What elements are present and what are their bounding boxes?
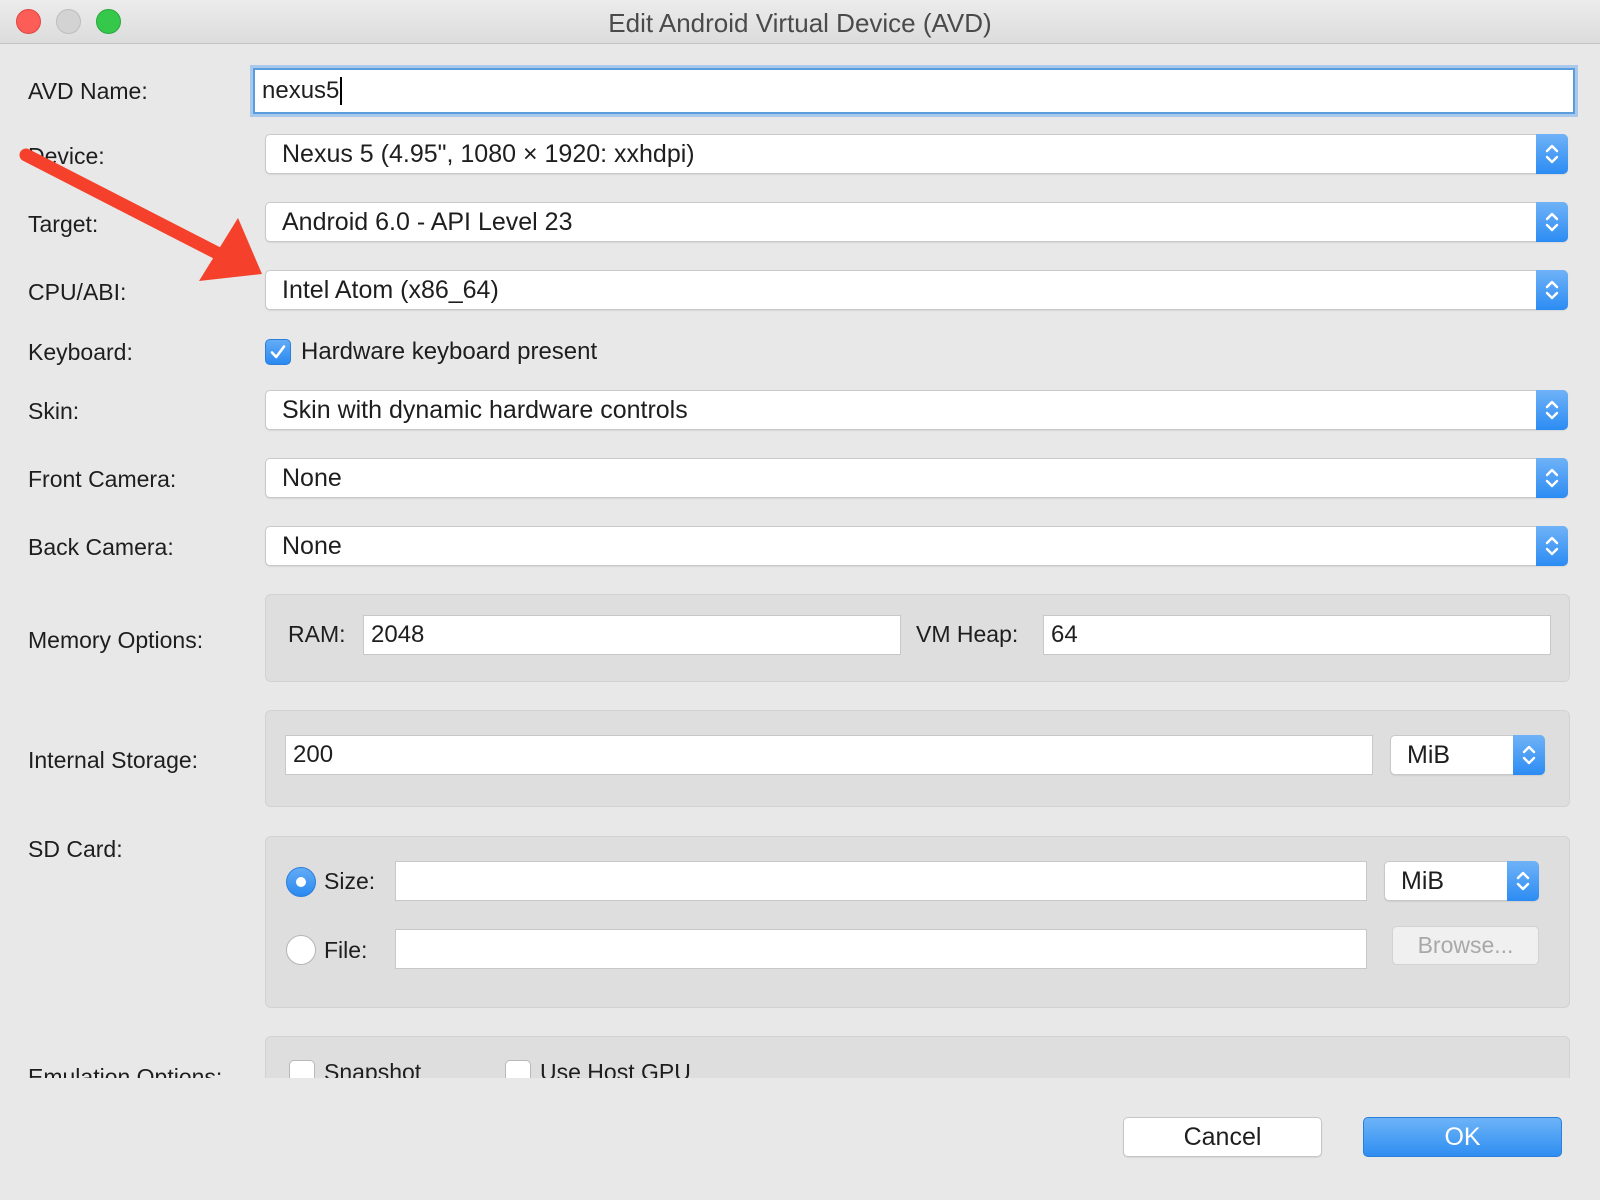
- ok-button[interactable]: OK: [1363, 1117, 1562, 1157]
- up-down-chevron-icon: [1507, 861, 1539, 901]
- up-down-chevron-icon: [1536, 526, 1568, 566]
- up-down-chevron-icon: [1513, 735, 1545, 775]
- avd-dialog: Edit Android Virtual Device (AVD) AVD Na…: [0, 0, 1600, 1200]
- device-value: Nexus 5 (4.95", 1080 × 1920: xxhdpi): [282, 139, 695, 168]
- target-label: Target:: [28, 211, 99, 237]
- ram-input[interactable]: 2048: [363, 615, 901, 655]
- device-popup[interactable]: Nexus 5 (4.95", 1080 × 1920: xxhdpi): [265, 134, 1568, 174]
- skin-label: Skin:: [28, 398, 80, 424]
- snapshot-checkbox[interactable]: [289, 1060, 315, 1078]
- up-down-chevron-icon: [1536, 390, 1568, 430]
- cpu-abi-value: Intel Atom (x86_64): [282, 275, 499, 304]
- front-camera-value: None: [282, 463, 342, 492]
- vm-heap-input[interactable]: 64: [1043, 615, 1551, 655]
- target-popup[interactable]: Android 6.0 - API Level 23: [265, 202, 1568, 242]
- avd-name-input[interactable]: nexus5: [253, 68, 1575, 114]
- internal-storage-unit-popup[interactable]: MiB: [1390, 735, 1545, 775]
- sd-size-input[interactable]: [395, 861, 1367, 901]
- up-down-chevron-icon: [1536, 458, 1568, 498]
- target-value: Android 6.0 - API Level 23: [282, 207, 573, 236]
- avd-name-label: AVD Name:: [28, 78, 148, 104]
- sd-size-unit-popup[interactable]: MiB: [1384, 861, 1539, 901]
- text-caret: [340, 77, 343, 105]
- internal-storage-input[interactable]: 200: [285, 735, 1373, 775]
- hardware-keyboard-checkbox[interactable]: [265, 339, 291, 365]
- cpu-abi-popup[interactable]: Intel Atom (x86_64): [265, 270, 1568, 310]
- emulation-options-label: Emulation Options:: [28, 1064, 223, 1078]
- cpu-abi-label: CPU/ABI:: [28, 279, 127, 305]
- annotation-arrow-head: [199, 218, 262, 281]
- sd-file-input[interactable]: [395, 929, 1367, 969]
- front-camera-popup[interactable]: None: [265, 458, 1568, 498]
- internal-storage-unit-value: MiB: [1407, 740, 1451, 769]
- hardware-keyboard-label[interactable]: Hardware keyboard present: [301, 338, 597, 366]
- internal-storage-label: Internal Storage:: [28, 747, 199, 773]
- window-title: Edit Android Virtual Device (AVD): [608, 8, 992, 38]
- cancel-button[interactable]: Cancel: [1123, 1117, 1322, 1157]
- vm-heap-value: 64: [1051, 621, 1078, 648]
- emulation-options-clip: Emulation Options: Snapshot Use Host GPU: [0, 1018, 1600, 1078]
- keyboard-label: Keyboard:: [28, 339, 133, 365]
- sd-card-label: SD Card:: [28, 836, 123, 862]
- emulation-options-group: [265, 1036, 1570, 1078]
- vm-heap-label: VM Heap:: [916, 621, 1019, 647]
- sd-size-label[interactable]: Size:: [324, 868, 375, 895]
- device-label: Device:: [28, 143, 105, 169]
- sd-size-unit-value: MiB: [1401, 866, 1445, 895]
- back-camera-value: None: [282, 531, 342, 560]
- skin-popup[interactable]: Skin with dynamic hardware controls: [265, 390, 1568, 430]
- memory-options-label: Memory Options:: [28, 627, 204, 653]
- skin-value: Skin with dynamic hardware controls: [282, 395, 688, 424]
- sd-file-radio[interactable]: [286, 935, 316, 965]
- annotation-arrow-shaft: [19, 148, 228, 262]
- internal-storage-value: 200: [293, 741, 334, 768]
- up-down-chevron-icon: [1536, 134, 1568, 174]
- sd-file-label[interactable]: File:: [324, 937, 367, 964]
- back-camera-label: Back Camera:: [28, 534, 174, 560]
- use-host-gpu-label[interactable]: Use Host GPU: [540, 1059, 691, 1078]
- browse-button[interactable]: Browse...: [1392, 926, 1539, 965]
- up-down-chevron-icon: [1536, 270, 1568, 310]
- checkmark-icon: [270, 345, 286, 359]
- sd-size-radio[interactable]: [286, 867, 316, 897]
- title-bar: Edit Android Virtual Device (AVD): [0, 0, 1600, 44]
- front-camera-label: Front Camera:: [28, 466, 177, 492]
- ram-value: 2048: [371, 621, 425, 648]
- snapshot-label[interactable]: Snapshot: [324, 1059, 421, 1078]
- avd-name-value: nexus5: [262, 77, 340, 104]
- ram-label: RAM:: [288, 621, 346, 647]
- back-camera-popup[interactable]: None: [265, 526, 1568, 566]
- up-down-chevron-icon: [1536, 202, 1568, 242]
- use-host-gpu-checkbox[interactable]: [505, 1060, 531, 1078]
